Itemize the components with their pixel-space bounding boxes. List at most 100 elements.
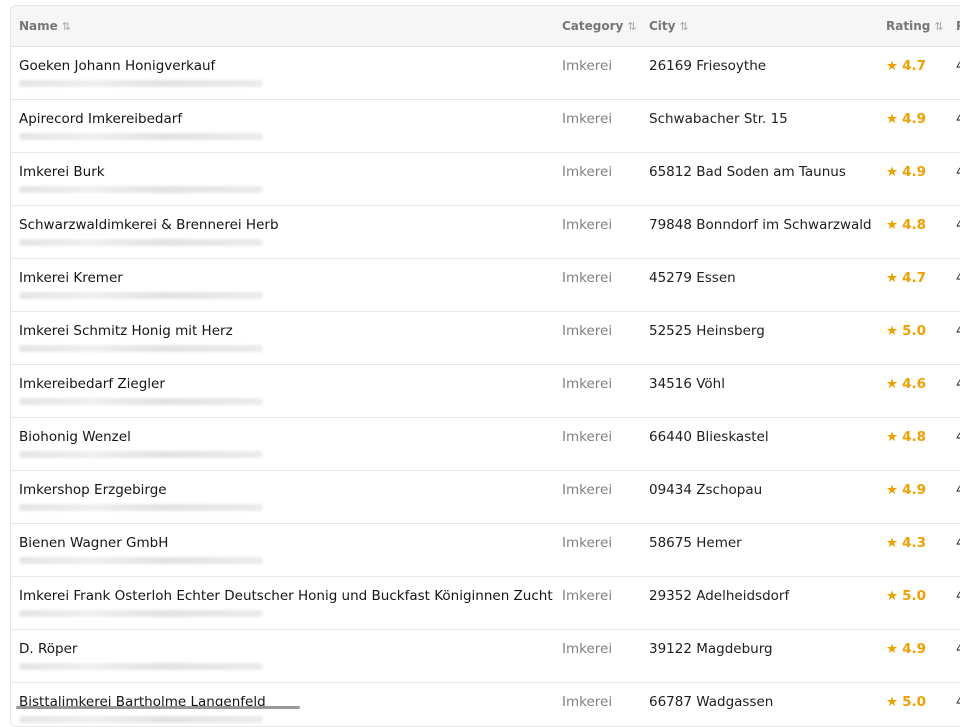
column-header-rating-label: Rating [886,19,931,33]
star-icon: ★ [886,429,899,445]
city-cell: 09434 Zschopau [649,482,763,498]
star-icon: ★ [886,164,899,180]
star-icon: ★ [886,376,899,392]
star-icon: ★ [886,58,899,74]
redacted-address [19,239,263,246]
star-icon: ★ [886,694,899,710]
table-body: Goeken Johann Honigverkauf Imkerei 26169 F… [11,47,960,726]
business-name[interactable]: Imkerei Frank Osterloh Echter Deutscher … [19,588,553,604]
horizontal-scrollbar[interactable] [16,706,300,709]
table-row[interactable]: Imkershop Erzgebirge Imkerei 09434 Zschopa… [11,471,960,524]
redacted-address [19,451,263,458]
business-name[interactable]: Imkereibedarf Ziegler [19,376,165,392]
next-column-cell: 4 [956,111,960,127]
table-row[interactable]: Goeken Johann Honigverkauf Imkerei 26169 F… [11,47,960,100]
redacted-address [19,610,263,617]
business-name[interactable]: Bienen Wagner GmbH [19,535,168,551]
city-cell: 45279 Essen [649,270,736,286]
business-name[interactable]: Biohonig Wenzel [19,429,131,445]
sort-icon[interactable]: ⇅ [934,20,943,33]
column-header-next[interactable]: P [956,19,960,33]
table-row[interactable]: Biohonig Wenzel Imkerei 66440 Blieskastel ★… [11,418,960,471]
category-cell: Imkerei [562,376,613,392]
rating-cell: ★ 5.0 [886,323,926,339]
sort-icon[interactable]: ⇅ [679,20,688,33]
table-row[interactable]: Apirecord Imkereibedarf Imkerei Schwabache… [11,100,960,153]
rating-value: 4.8 [902,429,927,445]
rating-value: 5.0 [902,588,927,604]
city-cell: 34516 Vöhl [649,376,725,392]
column-header-rating[interactable]: Rating ⇅ [886,19,944,33]
column-header-category[interactable]: Category ⇅ [562,19,637,33]
star-icon: ★ [886,111,899,127]
category-cell: Imkerei [562,535,613,551]
category-cell: Imkerei [562,58,613,74]
redacted-address [19,398,263,405]
business-name[interactable]: Imkershop Erzgebirge [19,482,167,498]
category-cell: Imkerei [562,482,613,498]
table-row[interactable]: Imkereibedarf Ziegler Imkerei 34516 Vöhl ★ 4… [11,365,960,418]
sort-icon[interactable]: ⇅ [627,20,636,33]
results-table: Name⇅ Category⇅ City⇅ Rating⇅ P Goeken J… [10,5,960,727]
table-row[interactable]: Imkerei Kremer Imkerei 45279 Essen ★4.7 4 [11,259,960,312]
business-name[interactable]: Goeken Johann Honigverkauf [19,58,215,74]
rating-cell: ★ 4.9 [886,111,926,127]
column-header-next-label: P [956,19,960,33]
sort-icon[interactable]: ⇅ [62,20,71,33]
redacted-address [19,80,263,87]
business-name[interactable]: Imkerei Kremer [19,270,123,286]
column-header-city[interactable]: City ⇅ [649,19,689,33]
column-header-category-label: Category [562,19,624,33]
rating-value: 4.7 [902,270,927,286]
city-cell: 39122 Magdeburg [649,641,773,657]
star-icon: ★ [886,588,899,604]
next-column-cell: 4 [956,588,960,604]
rating-cell: ★ 4.9 [886,482,926,498]
next-column-cell: 4 [956,58,960,74]
redacted-address [19,345,263,352]
business-name[interactable]: Schwarzwaldimkerei & Brennerei Herb [19,217,279,233]
table-row[interactable]: Bienen Wagner GmbH Imkerei 58675 Hemer ★ 4.3… [11,524,960,577]
star-icon: ★ [886,641,899,657]
rating-cell: ★ 4.8 [886,429,926,445]
table-row[interactable]: Imkerei Schmitz Honig mit Herz Imkerei 525… [11,312,960,365]
business-name[interactable]: Imkerei Schmitz Honig mit Herz [19,323,233,339]
column-header-city-label: City [649,19,676,33]
redacted-address [19,504,263,511]
rating-cell: ★ 4.7 [886,270,926,286]
rating-value: 4.9 [902,111,927,127]
city-cell: 79848 Bonndorf im Schwarzwald [649,217,872,233]
business-name[interactable]: Imkerei Burk [19,164,105,180]
next-column-cell: 4 [956,270,960,286]
rating-value: 5.0 [902,323,927,339]
city-cell: Schwabacher Str. 15 [649,111,788,127]
category-cell: Imkerei [562,164,613,180]
business-name[interactable]: Apirecord Imkereibedarf [19,111,182,127]
city-cell: 58675 Hemer [649,535,742,551]
rating-value: 4.9 [902,164,927,180]
rating-value: 5.0 [902,694,927,710]
business-name[interactable]: D. Röper [19,641,77,657]
table-row[interactable]: Bisttalimkerei Bartholme Langenfeld Imker… [11,683,960,726]
table-row[interactable]: Imkerei Frank Osterloh Echter Deutscher … [11,577,960,630]
category-cell: Imkerei [562,270,613,286]
category-cell: Imkerei [562,641,613,657]
table-row[interactable]: Schwarzwaldimkerei & Brennerei Herb Imker… [11,206,960,259]
rating-value: 4.8 [902,217,927,233]
next-column-cell: 4 [956,641,960,657]
table-row[interactable]: D. Röper Imkerei 39122 Magdeburg ★4.9 4 [11,630,960,683]
city-cell: 66787 Wadgassen [649,694,774,710]
rating-value: 4.6 [902,376,927,392]
category-cell: Imkerei [562,429,613,445]
category-cell: Imkerei [562,588,613,604]
rating-value: 4.3 [902,535,927,551]
redacted-address [19,716,263,723]
table-row[interactable]: Imkerei Burk Imkerei 65812 Bad Soden am Ta… [11,153,960,206]
rating-value: 4.9 [902,482,927,498]
column-header-name[interactable]: Name ⇅ [19,19,71,33]
next-column-cell: 4 [956,535,960,551]
star-icon: ★ [886,323,899,339]
city-cell: 26169 Friesoythe [649,58,767,74]
rating-cell: ★ 5.0 [886,694,926,710]
category-cell: Imkerei [562,323,613,339]
